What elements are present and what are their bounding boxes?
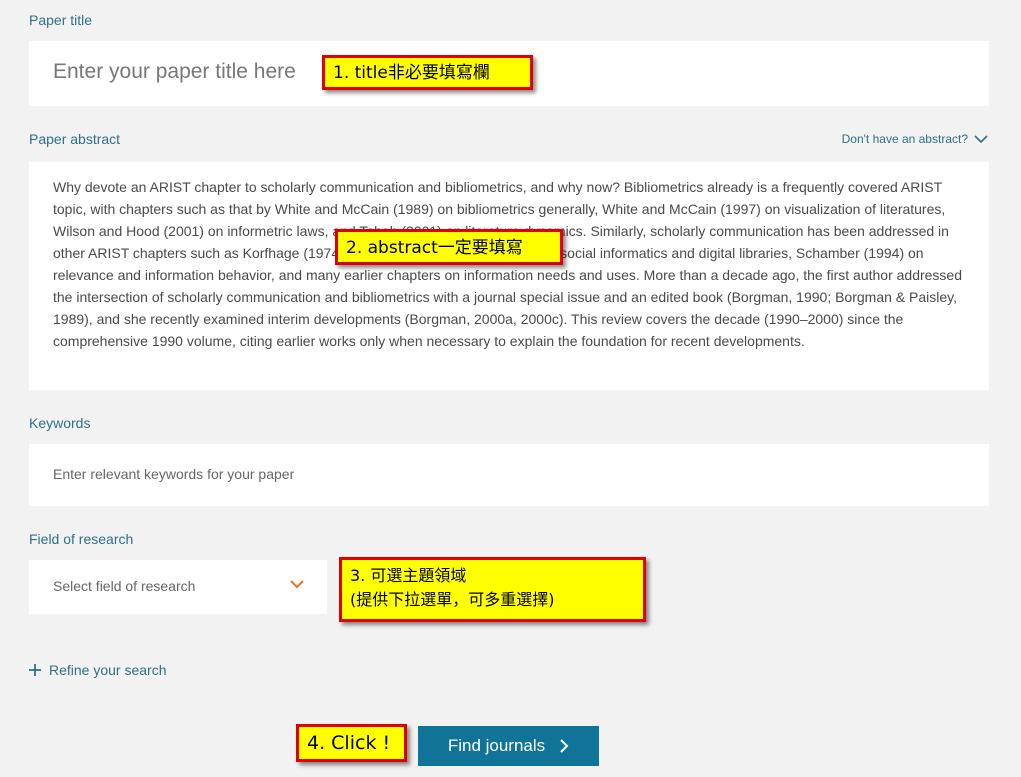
annotation-title-note: 1. title非必要填寫欄 bbox=[322, 55, 533, 90]
field-of-research-placeholder: Select field of research bbox=[53, 578, 196, 594]
no-abstract-label: Don't have an abstract? bbox=[841, 132, 968, 146]
refine-search-label: Refine your search bbox=[49, 662, 167, 678]
refine-search-link[interactable]: Refine your search bbox=[29, 662, 167, 678]
annotation-click-note: 4. Click ! bbox=[296, 724, 407, 762]
plus-icon bbox=[29, 664, 41, 676]
paper-abstract-textarea[interactable]: Why devote an ARIST chapter to scholarly… bbox=[29, 162, 989, 390]
find-journals-button[interactable]: Find journals bbox=[418, 726, 599, 766]
keywords-input[interactable]: Enter relevant keywords for your paper bbox=[29, 444, 989, 506]
annotation-field-note: 3. 可選主題領域 (提供下拉選單，可多重選擇) bbox=[339, 557, 646, 622]
field-of-research-label: Field of research bbox=[29, 531, 134, 547]
paper-abstract-label: Paper abstract bbox=[29, 131, 121, 147]
field-of-research-select[interactable]: Select field of research bbox=[29, 560, 327, 614]
annotation-field-note-line1: 3. 可選主題領域 bbox=[350, 566, 467, 585]
annotation-abstract-note: 2. abstract一定要填寫 bbox=[335, 229, 563, 265]
paper-title-label: Paper title bbox=[29, 12, 93, 28]
chevron-right-icon bbox=[560, 739, 569, 753]
chevron-down-icon bbox=[974, 135, 988, 144]
find-journals-label: Find journals bbox=[447, 736, 546, 755]
annotation-field-note-line2: (提供下拉選單，可多重選擇) bbox=[350, 590, 555, 609]
no-abstract-toggle[interactable]: Don't have an abstract? bbox=[842, 132, 988, 146]
chevron-down-icon bbox=[290, 580, 304, 589]
keywords-label: Keywords bbox=[29, 415, 91, 431]
